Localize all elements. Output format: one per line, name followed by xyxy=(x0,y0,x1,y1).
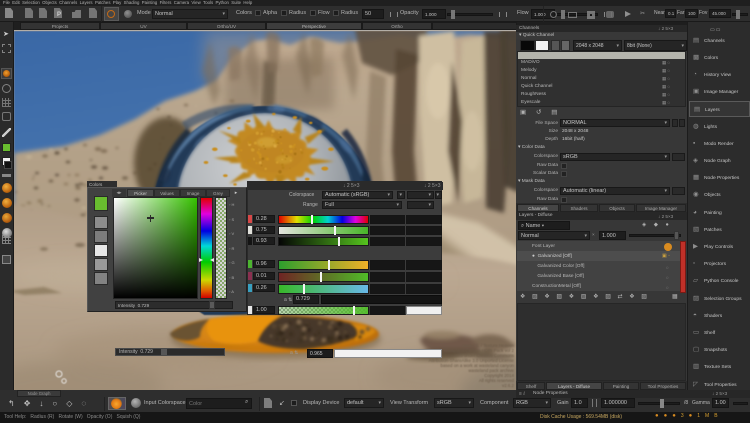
svg-text:v2.6.2: v2.6.2 xyxy=(502,383,515,388)
